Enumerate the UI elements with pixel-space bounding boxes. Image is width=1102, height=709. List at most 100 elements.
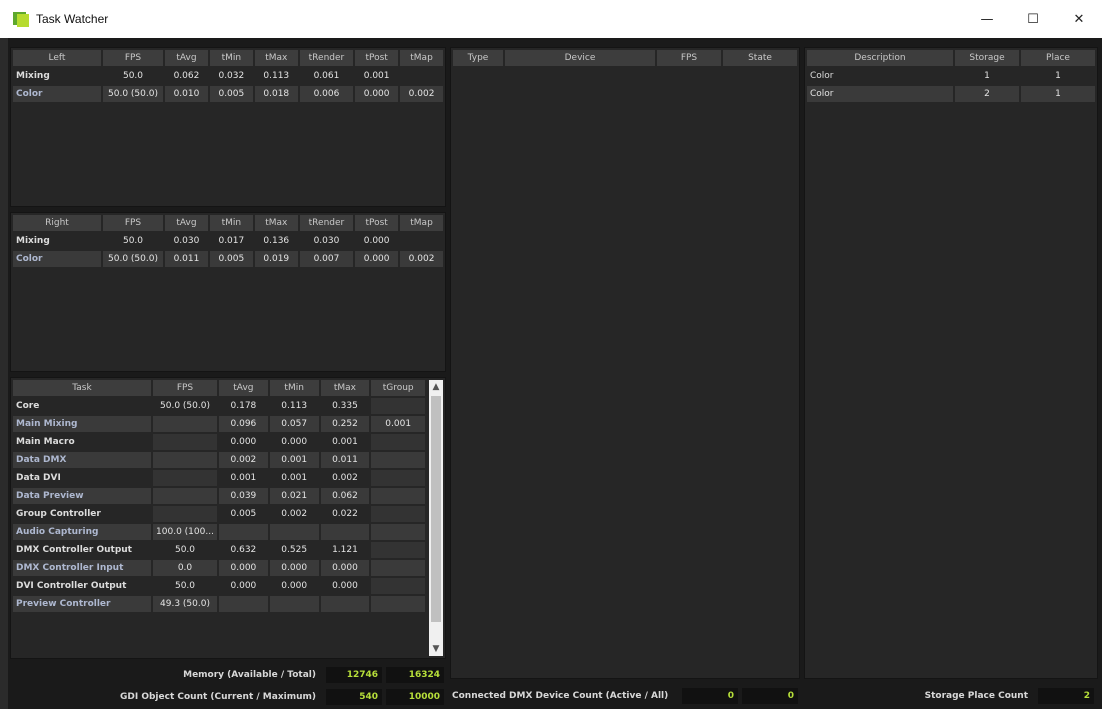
cell: 0.002	[400, 251, 443, 267]
col-header[interactable]: Description	[807, 50, 953, 66]
cell: 0.005	[209, 251, 253, 267]
cell: 50.0	[122, 236, 144, 246]
storage-count-label: Storage Place Count	[924, 691, 1028, 701]
col-header[interactable]: tAvg	[165, 50, 208, 66]
cell: 1	[1055, 71, 1061, 81]
cell: 0.032	[218, 71, 245, 81]
cell	[153, 416, 217, 432]
col-header[interactable]: tAvg	[219, 380, 268, 396]
cell: 100.0 (100...	[153, 524, 217, 540]
col-header[interactable]: FPS	[153, 380, 217, 396]
col-header[interactable]: tMin	[269, 380, 319, 396]
table-row[interactable]: Main Macro 0.000 0.000 0.001	[13, 434, 425, 450]
table-row[interactable]: Color 1 1	[807, 68, 1095, 84]
col-header[interactable]: tRender	[299, 215, 354, 231]
maximize-button[interactable]: ☐	[1010, 0, 1056, 38]
device-panel: Type Device FPS State	[450, 47, 800, 679]
col-header[interactable]: FPS	[657, 50, 721, 66]
cell: 0.001	[269, 452, 319, 468]
col-header[interactable]: tMap	[400, 215, 443, 231]
cell	[371, 560, 425, 576]
col-header[interactable]: Device	[505, 50, 655, 66]
table-row[interactable]: Color 50.0 (50.0) 0.010 0.005 0.018 0.00…	[13, 86, 443, 102]
col-header[interactable]: tMax	[254, 50, 298, 66]
row-label: Color	[810, 71, 834, 81]
col-header[interactable]: tMax	[254, 215, 298, 231]
cell: 1	[984, 71, 990, 81]
cell: 0.0	[153, 560, 217, 576]
chevron-down-icon[interactable]: ▼	[429, 642, 443, 656]
col-header[interactable]: Storage	[955, 50, 1019, 66]
row-label: Color	[13, 251, 101, 267]
table-row[interactable]: DMX Controller Output 50.0 0.632 0.525 1.121	[13, 542, 425, 558]
title-bar: Task Watcher — ☐ ✕	[0, 0, 1102, 38]
row-label: Mixing	[16, 236, 50, 246]
col-header[interactable]: tMax	[320, 380, 370, 396]
cell	[371, 506, 425, 522]
table-row[interactable]: Audio Capturing 100.0 (100...	[13, 524, 425, 540]
cell: 0.000	[281, 581, 308, 591]
cell: 0.011	[165, 251, 208, 267]
col-header[interactable]: Left	[13, 50, 101, 66]
col-header[interactable]: tPost	[355, 215, 399, 231]
cell	[269, 596, 319, 612]
gdi-label: GDI Object Count (Current / Maximum)	[120, 692, 316, 702]
col-header[interactable]: FPS	[103, 215, 163, 231]
table-row[interactable]: Preview Controller 49.3 (50.0)	[13, 596, 425, 612]
task-table: Task FPS tAvg tMin tMax tGroup Core 50.0 …	[11, 378, 427, 614]
table-row[interactable]: DVI Controller Output 50.0 0.000 0.000 0.000	[13, 578, 425, 594]
gdi-maximum: 10000	[386, 689, 444, 705]
col-header[interactable]: tMin	[209, 50, 253, 66]
scroll-thumb[interactable]	[431, 396, 441, 622]
cell	[371, 488, 425, 504]
table-row[interactable]: Data DVI 0.001 0.001 0.002	[13, 470, 425, 486]
col-header[interactable]: tRender	[299, 50, 354, 66]
table-row[interactable]: Data Preview 0.039 0.021 0.062	[13, 488, 425, 504]
cell	[371, 542, 425, 558]
right-screen-table: Right FPS tAvg tMin tMax tRender tPost t…	[11, 213, 445, 269]
cell: 0.006	[299, 86, 354, 102]
cell	[219, 524, 268, 540]
col-header[interactable]: FPS	[103, 50, 163, 66]
row-label: Data DVI	[16, 473, 61, 483]
col-header[interactable]: tAvg	[165, 215, 208, 231]
col-header[interactable]: Task	[13, 380, 151, 396]
cell: 50.0	[122, 71, 144, 81]
table-row[interactable]: Color 50.0 (50.0) 0.011 0.005 0.019 0.00…	[13, 251, 443, 267]
close-button[interactable]: ✕	[1056, 0, 1102, 38]
col-header[interactable]: tGroup	[371, 380, 425, 396]
table-row[interactable]: Color 2 1	[807, 86, 1095, 102]
app-icon	[13, 11, 29, 27]
chevron-up-icon[interactable]: ▲	[429, 380, 443, 394]
table-row[interactable]: Core 50.0 (50.0) 0.178 0.113 0.335	[13, 398, 425, 414]
row-label: Color	[13, 86, 101, 102]
cell: 0.335	[332, 401, 358, 411]
table-row[interactable]: Main Mixing 0.096 0.057 0.252 0.001	[13, 416, 425, 432]
table-row[interactable]: Mixing 50.0 0.030 0.017 0.136 0.030 0.00…	[13, 233, 443, 249]
col-header[interactable]: State	[723, 50, 797, 66]
table-row[interactable]: Mixing 50.0 0.062 0.032 0.113 0.061 0.00…	[13, 68, 443, 84]
cell	[153, 506, 217, 522]
col-header[interactable]: tMap	[400, 50, 443, 66]
col-header[interactable]: tPost	[355, 50, 399, 66]
minimize-button[interactable]: —	[964, 0, 1010, 38]
memory-label: Memory (Available / Total)	[183, 670, 316, 680]
task-scrollbar[interactable]: ▲ ▼	[429, 380, 443, 656]
memory-total: 16324	[386, 667, 444, 683]
cell: 0.005	[230, 509, 257, 519]
cell: 0.113	[281, 401, 308, 411]
cell: 0.005	[209, 86, 253, 102]
col-header[interactable]: Right	[13, 215, 101, 231]
row-label: DMX Controller Output	[16, 545, 132, 555]
cell	[153, 434, 217, 450]
table-row[interactable]: Group Controller 0.005 0.002 0.022	[13, 506, 425, 522]
table-row[interactable]: Data DMX 0.002 0.001 0.011	[13, 452, 425, 468]
storage-count-row: Storage Place Count 2	[806, 688, 1098, 704]
cell	[400, 233, 443, 249]
storage-panel: Description Storage Place Color 1 1 Colo…	[804, 47, 1098, 679]
table-row[interactable]: DMX Controller Input 0.0 0.000 0.000 0.000	[13, 560, 425, 576]
col-header[interactable]: Type	[453, 50, 503, 66]
col-header[interactable]: Place	[1021, 50, 1095, 66]
col-header[interactable]: tMin	[209, 215, 253, 231]
cell: 0.021	[269, 488, 319, 504]
